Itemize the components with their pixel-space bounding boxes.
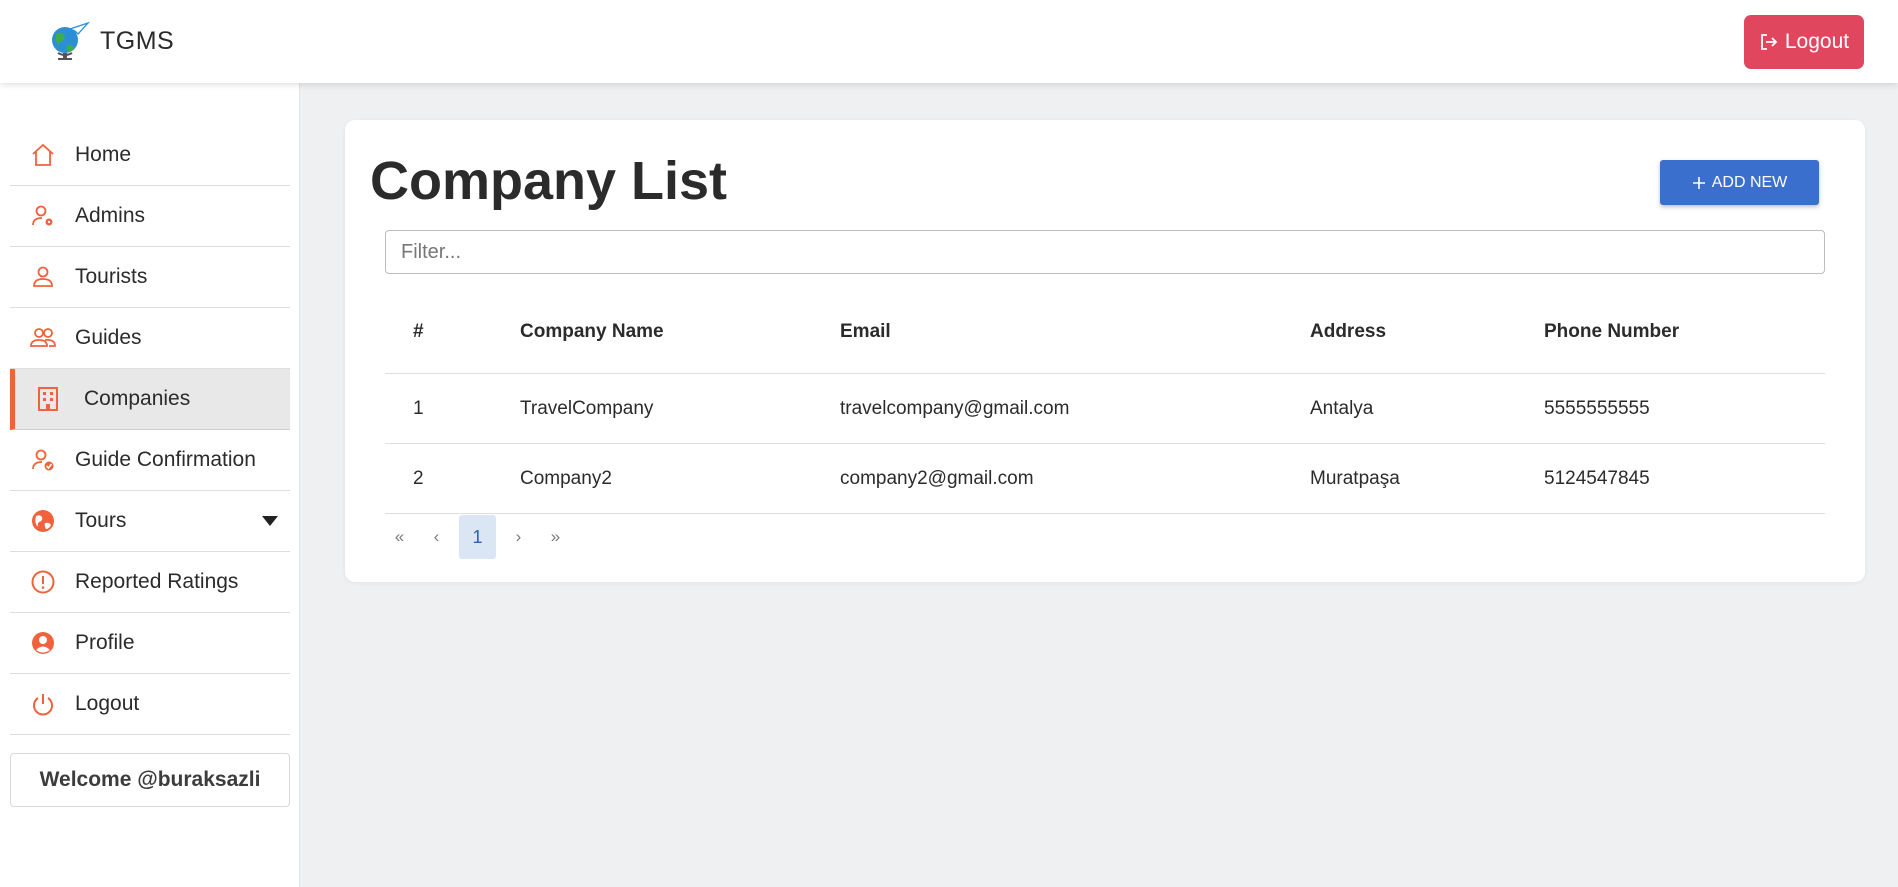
sidebar-item-label: Reported Ratings bbox=[75, 570, 239, 593]
table-row[interactable]: 1 TravelCompany travelcompany@gmail.com … bbox=[385, 374, 1825, 444]
logout-icon bbox=[1760, 34, 1778, 50]
previous-page-button[interactable]: ‹ bbox=[422, 515, 451, 559]
building-icon bbox=[33, 384, 63, 414]
cell-company-name: TravelCompany bbox=[520, 397, 654, 419]
page-title: Company List bbox=[370, 151, 728, 211]
cell-index: 1 bbox=[413, 397, 424, 419]
logout-button[interactable]: Logout bbox=[1744, 15, 1864, 69]
sidebar-item-home[interactable]: Home bbox=[10, 125, 290, 186]
sidebar-item-guides[interactable]: Guides bbox=[10, 308, 290, 369]
sidebar-item-tourists[interactable]: Tourists bbox=[10, 247, 290, 308]
sidebar-item-guide-confirmation[interactable]: Guide Confirmation bbox=[10, 430, 290, 491]
sidebar-item-companies[interactable]: Companies bbox=[10, 369, 290, 430]
column-header-index[interactable]: # bbox=[385, 321, 520, 343]
next-page-button[interactable]: › bbox=[504, 515, 533, 559]
company-table: # Company Name Email Address Phone Numbe… bbox=[385, 290, 1825, 514]
sidebar-item-label: Tours bbox=[75, 509, 127, 532]
brand[interactable]: TGMS bbox=[48, 20, 174, 62]
column-header-phone-number[interactable]: Phone Number bbox=[1544, 321, 1825, 343]
sidebar-nav: Home Admins Tourists Guides Companies Gu… bbox=[10, 125, 290, 735]
page-button-current[interactable]: 1 bbox=[459, 515, 496, 559]
cell-address: Muratpaşa bbox=[1310, 467, 1400, 489]
column-header-email[interactable]: Email bbox=[840, 321, 1310, 343]
cell-phone-number: 5124547845 bbox=[1544, 467, 1650, 489]
user-circle-icon bbox=[28, 628, 58, 658]
sidebar-item-label: Guide Confirmation bbox=[75, 448, 256, 471]
sidebar-item-tours[interactable]: Tours bbox=[10, 491, 290, 552]
sidebar-item-label: Tourists bbox=[75, 265, 148, 288]
column-header-address[interactable]: Address bbox=[1310, 321, 1544, 343]
add-new-button[interactable]: ADD NEW bbox=[1660, 160, 1819, 205]
sidebar-item-label: Companies bbox=[84, 387, 191, 410]
user-check-icon bbox=[28, 445, 58, 475]
company-list-card: Company List ADD NEW # Company Name Emai… bbox=[345, 120, 1865, 582]
column-header-company-name[interactable]: Company Name bbox=[520, 321, 840, 343]
chevron-down-icon[interactable] bbox=[262, 516, 278, 526]
sidebar-item-logout[interactable]: Logout bbox=[10, 674, 290, 735]
sidebar-item-label: Profile bbox=[75, 631, 135, 654]
globe-plane-logo-icon bbox=[52, 21, 90, 60]
filter-input[interactable] bbox=[385, 230, 1825, 274]
top-bar: TGMS Logout bbox=[0, 0, 1898, 83]
home-icon bbox=[28, 140, 58, 170]
sidebar-item-admins[interactable]: Admins bbox=[10, 186, 290, 247]
users-icon bbox=[28, 323, 58, 353]
cell-email: travelcompany@gmail.com bbox=[840, 397, 1070, 419]
sidebar-item-label: Home bbox=[75, 143, 132, 166]
table-row[interactable]: 2 Company2 company2@gmail.com Muratpaşa … bbox=[385, 444, 1825, 514]
cell-company-name: Company2 bbox=[520, 467, 612, 489]
user-icon bbox=[28, 262, 58, 292]
sidebar: Home Admins Tourists Guides Companies Gu… bbox=[0, 83, 300, 887]
cell-email: company2@gmail.com bbox=[840, 467, 1034, 489]
logout-button-label: Logout bbox=[1784, 30, 1850, 53]
pagination: « ‹ 1 › » bbox=[385, 515, 570, 559]
cell-address: Antalya bbox=[1310, 397, 1374, 419]
sidebar-item-profile[interactable]: Profile bbox=[10, 613, 290, 674]
cell-phone-number: 5555555555 bbox=[1544, 397, 1650, 419]
cell-index: 2 bbox=[413, 467, 424, 489]
last-page-button[interactable]: » bbox=[541, 515, 570, 559]
welcome-badge: Welcome @buraksazli bbox=[10, 753, 290, 807]
user-gear-icon bbox=[28, 201, 58, 231]
table-header: # Company Name Email Address Phone Numbe… bbox=[385, 290, 1825, 374]
sidebar-item-label: Guides bbox=[75, 326, 142, 349]
plus-icon bbox=[1692, 176, 1705, 189]
power-icon bbox=[28, 689, 58, 719]
add-new-button-label: ADD NEW bbox=[1711, 173, 1788, 191]
app-name: TGMS bbox=[100, 26, 175, 55]
sidebar-item-reported-ratings[interactable]: Reported Ratings bbox=[10, 552, 290, 613]
first-page-button[interactable]: « bbox=[385, 515, 414, 559]
globe-icon bbox=[28, 506, 58, 536]
sidebar-item-label: Admins bbox=[75, 204, 146, 227]
sidebar-item-label: Logout bbox=[75, 692, 140, 715]
alert-circle-icon bbox=[28, 567, 58, 597]
